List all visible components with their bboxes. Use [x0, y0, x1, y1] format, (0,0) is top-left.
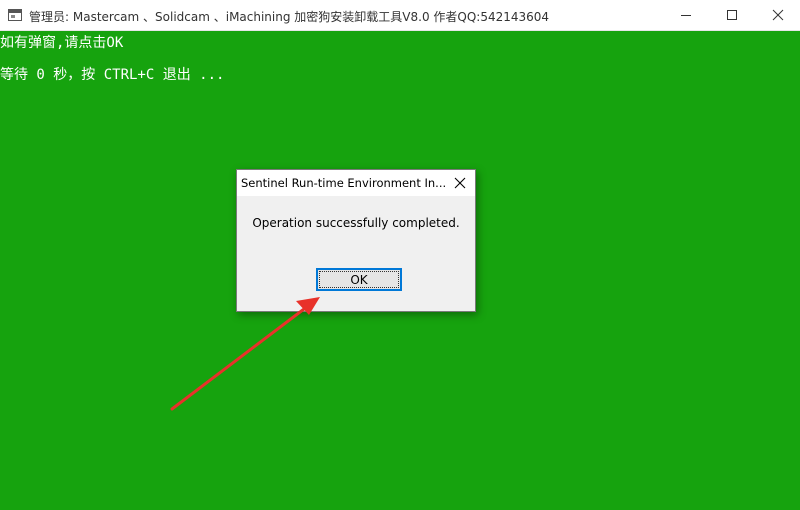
- message-dialog: Sentinel Run-time Environment In... Oper…: [236, 169, 476, 312]
- minimize-icon: [681, 15, 691, 16]
- close-icon: [454, 177, 466, 189]
- window-titlebar[interactable]: 管理员: Mastercam 、Solidcam 、iMachining 加密狗…: [0, 0, 800, 31]
- console-line: 如有弹窗,请点击OK: [0, 35, 124, 51]
- maximize-icon: [727, 10, 737, 20]
- close-icon: [772, 9, 784, 21]
- dialog-message: Operation successfully completed.: [252, 216, 460, 230]
- minimize-button[interactable]: [663, 0, 709, 30]
- console-line: 等待 0 秒，按 CTRL+C 退出 ...: [0, 67, 225, 83]
- dialog-title: Sentinel Run-time Environment In...: [241, 176, 446, 190]
- window-title: 管理员: Mastercam 、Solidcam 、iMachining 加密狗…: [29, 10, 550, 24]
- close-button[interactable]: [755, 0, 800, 30]
- maximize-button[interactable]: [709, 0, 755, 30]
- console-window-icon: [8, 9, 22, 21]
- ok-button-label: OK: [350, 272, 368, 287]
- console-window: 管理员: Mastercam 、Solidcam 、iMachining 加密狗…: [0, 0, 800, 510]
- ok-button[interactable]: OK: [316, 268, 402, 291]
- dialog-close-button[interactable]: [448, 172, 472, 194]
- dialog-titlebar[interactable]: Sentinel Run-time Environment In...: [237, 170, 475, 196]
